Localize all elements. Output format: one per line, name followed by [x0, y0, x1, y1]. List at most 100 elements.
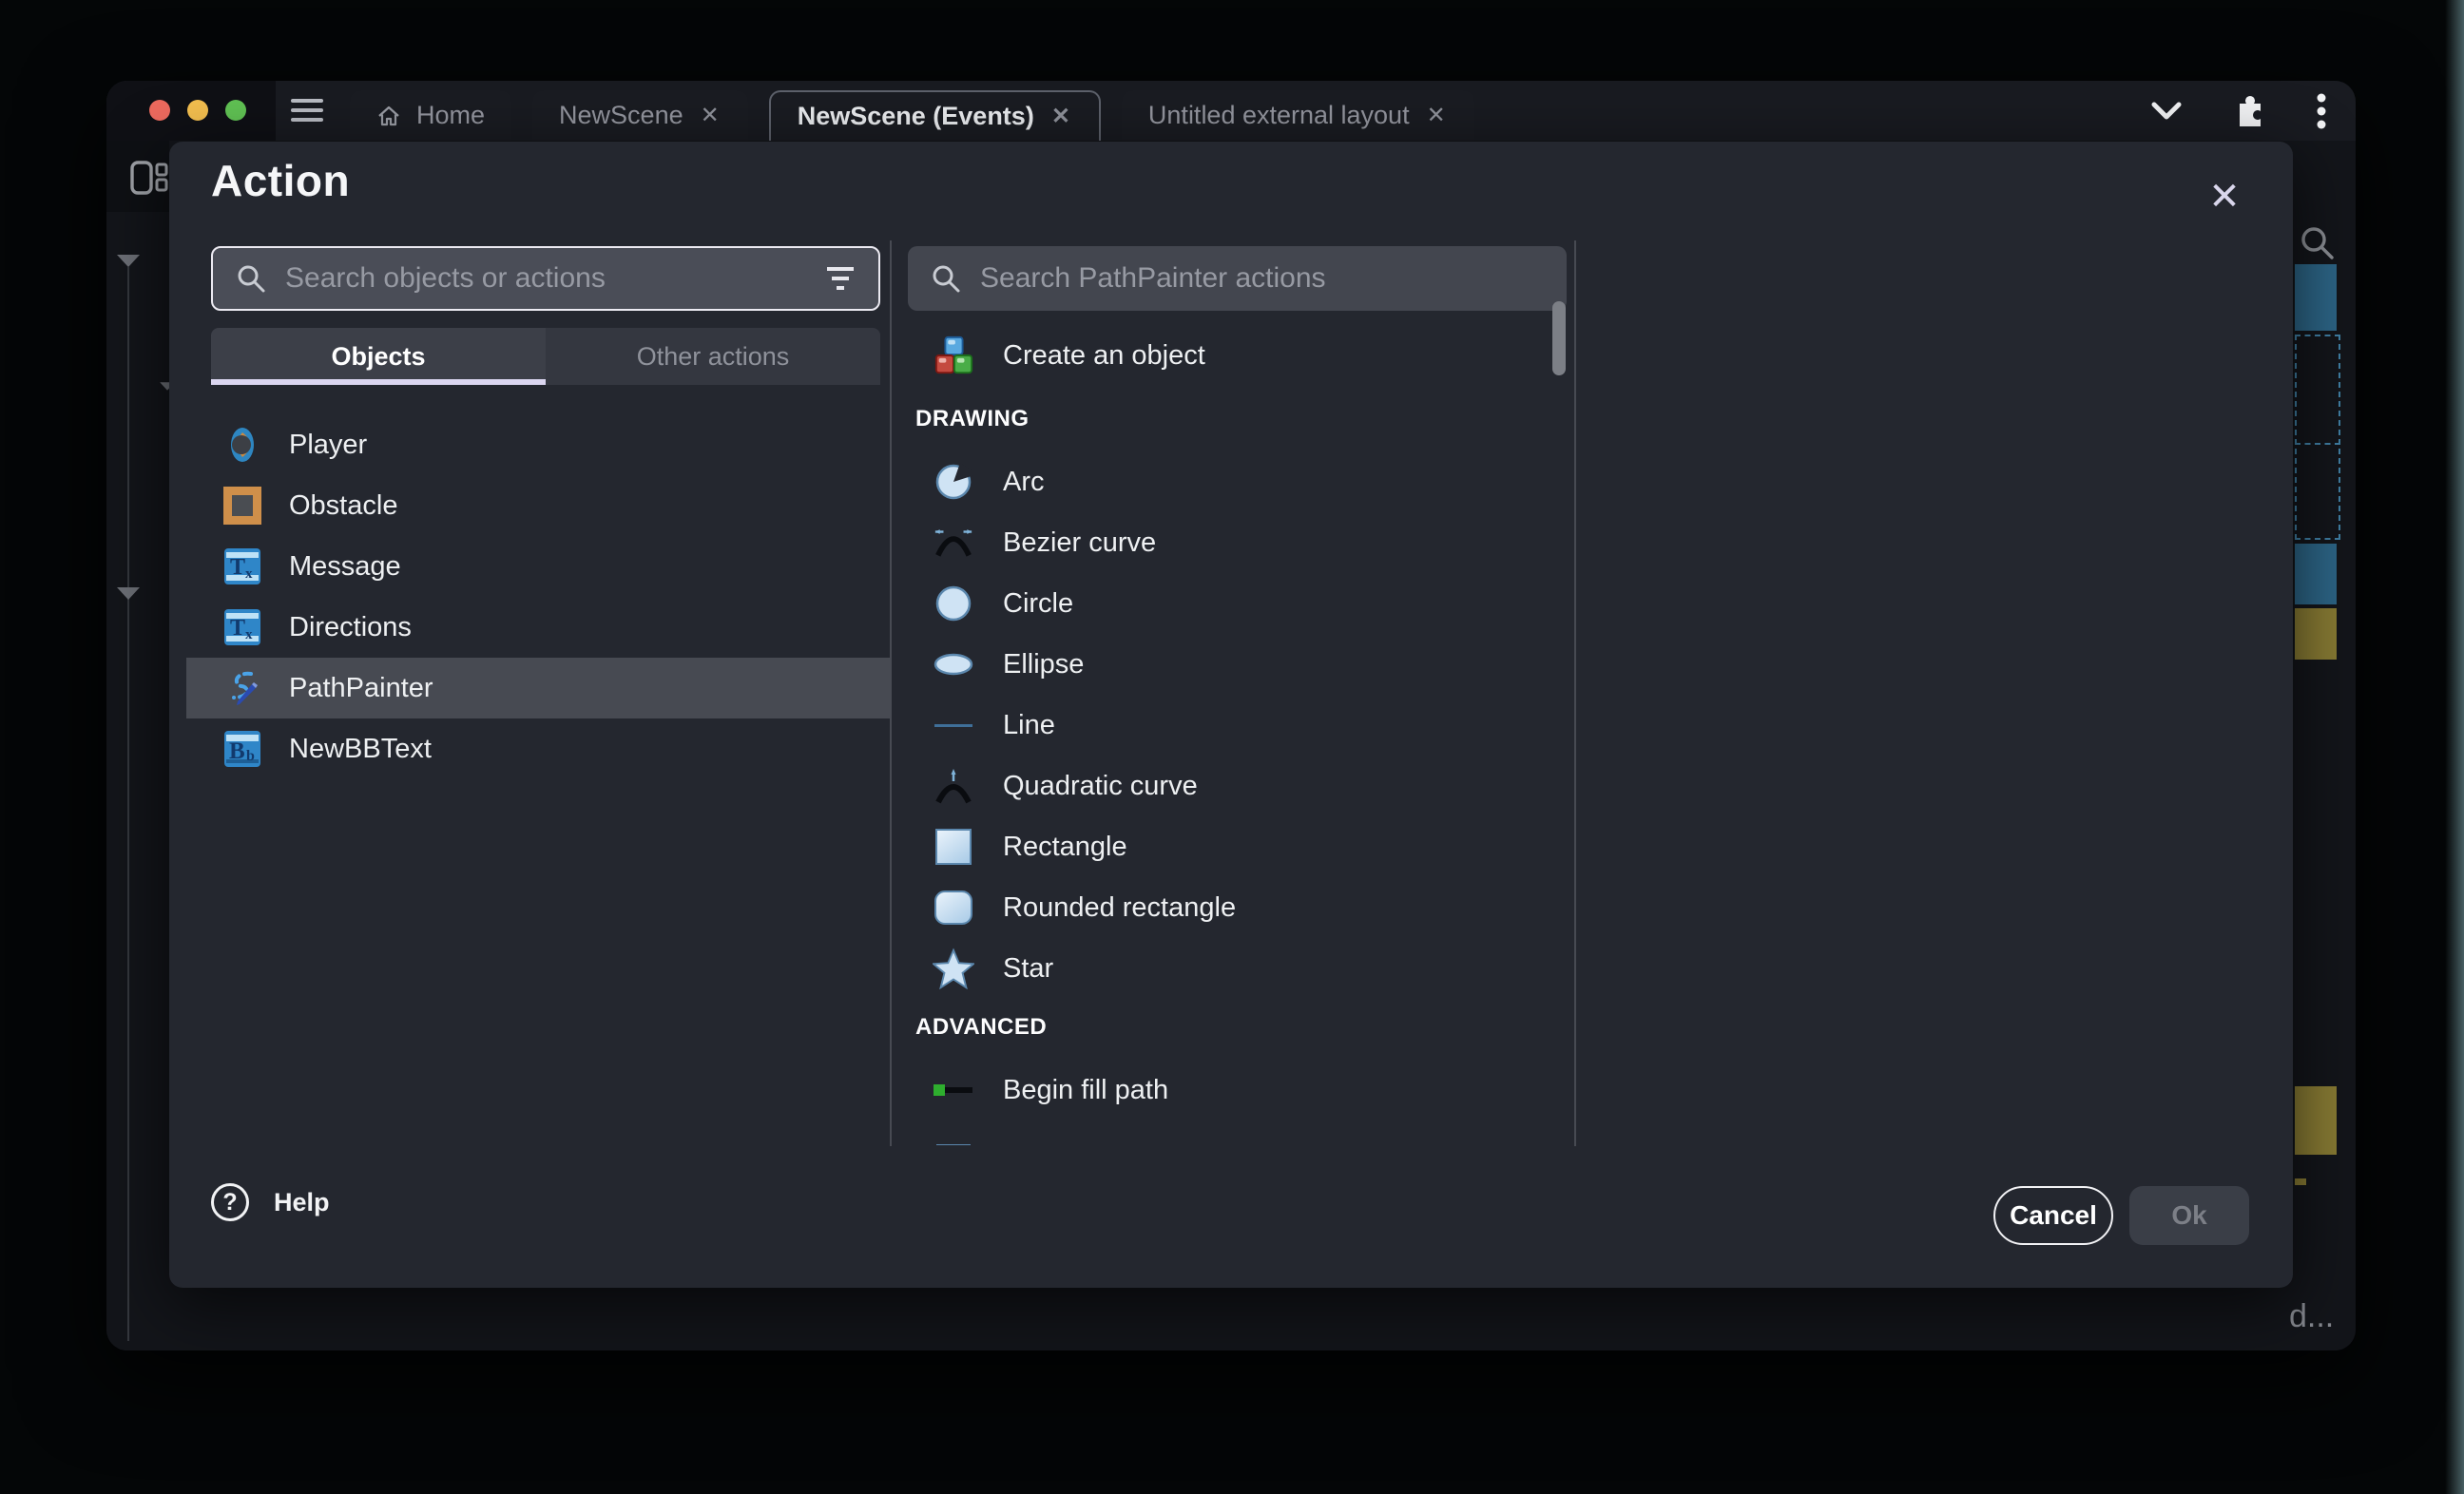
section-header-advanced: ADVANCED: [908, 1014, 1573, 1041]
action-item-quadratic-curve[interactable]: Quadratic curve: [908, 756, 1573, 816]
action-search-input[interactable]: [980, 262, 1544, 295]
object-label: Message: [289, 551, 401, 583]
action-item-clipped[interactable]: [908, 1120, 1573, 1145]
fold-triangle-icon[interactable]: [117, 587, 140, 600]
action-item-ellipse[interactable]: Ellipse: [908, 634, 1573, 695]
event-action-block[interactable]: [2295, 544, 2337, 604]
filter-icon[interactable]: [825, 266, 856, 291]
action-label: Circle: [1003, 588, 1073, 620]
add-event-partial-text[interactable]: d...: [2289, 1298, 2334, 1335]
help-button[interactable]: ? Help: [211, 1183, 330, 1221]
star-icon: [933, 948, 974, 989]
ellipse-icon: [933, 643, 974, 685]
tab-home[interactable]: Home: [350, 90, 511, 141]
text-object-icon: T x: [222, 546, 262, 586]
ok-button[interactable]: Ok: [2129, 1186, 2249, 1245]
close-window-button[interactable]: [149, 100, 170, 121]
event-comment-block[interactable]: [2295, 608, 2337, 660]
action-label: Begin fill path: [1003, 1075, 1168, 1106]
object-label: Obstacle: [289, 490, 397, 522]
event-block-fragment: [2295, 1178, 2306, 1185]
tab-other-actions[interactable]: Other actions: [546, 328, 880, 385]
list-item-message[interactable]: T x Message: [186, 536, 890, 597]
main-menu-icon[interactable]: [291, 97, 323, 124]
action-item-create-object[interactable]: Create an object: [908, 328, 1573, 383]
help-label: Help: [274, 1188, 330, 1217]
action-label: Rounded rectangle: [1003, 892, 1236, 924]
tab-newscene[interactable]: NewScene ✕: [532, 90, 748, 141]
svg-text:B: B: [229, 738, 245, 764]
panel-divider: [890, 240, 892, 1146]
action-list-scrollbar[interactable]: [1552, 301, 1566, 375]
section-header-drawing: DRAWING: [908, 406, 1573, 432]
begin-fill-path-icon: [933, 1069, 974, 1111]
app-window: Home NewScene ✕ NewScene (Events) ✕ Unti…: [106, 81, 2356, 1350]
search-icon: [931, 263, 961, 294]
list-item-player[interactable]: Player: [186, 414, 890, 475]
tab-newscene-events[interactable]: NewScene (Events) ✕: [769, 90, 1101, 141]
action-item-rectangle[interactable]: Rectangle: [908, 816, 1573, 877]
cancel-button[interactable]: Cancel: [1993, 1186, 2113, 1245]
svg-text:b: b: [246, 748, 255, 764]
list-item-newbbtext[interactable]: B b NewBBText: [186, 718, 890, 779]
close-tab-icon[interactable]: ✕: [1425, 102, 1448, 129]
object-search-input[interactable]: [285, 262, 806, 295]
object-label: PathPainter: [289, 673, 433, 704]
extensions-puzzle-icon[interactable]: [2232, 94, 2266, 128]
action-item-arc[interactable]: Arc: [908, 451, 1573, 512]
object-label: Player: [289, 430, 367, 461]
tab-untitled-external-layout[interactable]: Untitled external layout ✕: [1122, 90, 1474, 141]
bbtext-icon: B b: [222, 729, 262, 769]
event-comment-block[interactable]: [2295, 1086, 2337, 1155]
circle-icon: [933, 583, 974, 624]
event-drop-divider: [2295, 443, 2340, 445]
chevron-down-icon[interactable]: [2150, 101, 2183, 122]
event-drop-zone[interactable]: [2295, 335, 2340, 540]
home-icon: [376, 104, 401, 128]
close-tab-icon[interactable]: ✕: [699, 102, 722, 129]
action-list: Create an object DRAWING Arc: [908, 322, 1573, 1145]
player-icon: [222, 425, 262, 465]
tab-label: NewScene: [559, 101, 683, 130]
object-label: NewBBText: [289, 734, 432, 765]
action-item-begin-fill-path[interactable]: Begin fill path: [908, 1060, 1573, 1120]
clipped-action-icon: [933, 1130, 974, 1145]
svg-text:T: T: [230, 616, 245, 641]
zoom-window-button[interactable]: [225, 100, 246, 121]
list-item-pathpainter[interactable]: PathPainter: [186, 658, 890, 718]
tab-objects[interactable]: Objects: [211, 328, 546, 385]
action-label: Arc: [1003, 467, 1045, 498]
action-item-rounded-rectangle[interactable]: Rounded rectangle: [908, 877, 1573, 938]
close-tab-icon[interactable]: ✕: [1049, 103, 1072, 130]
action-item-circle[interactable]: Circle: [908, 573, 1573, 634]
quadratic-curve-icon: [933, 765, 974, 807]
action-label: Bezier curve: [1003, 527, 1156, 559]
action-item-star[interactable]: Star: [908, 938, 1573, 999]
toggle-panels-icon[interactable]: [129, 160, 169, 196]
bezier-curve-icon: [933, 522, 974, 564]
svg-text:x: x: [245, 627, 253, 642]
rectangle-icon: [933, 826, 974, 868]
fold-triangle-icon[interactable]: [117, 255, 140, 267]
dialog-title: Action: [211, 155, 350, 206]
active-tab-underline: [211, 379, 546, 385]
path-painter-icon: [222, 668, 262, 708]
line-icon: [933, 704, 974, 746]
action-item-bezier-curve[interactable]: Bezier curve: [908, 512, 1573, 573]
kebab-menu-icon[interactable]: [2316, 92, 2327, 130]
rounded-rectangle-icon: [933, 887, 974, 929]
svg-text:T: T: [230, 555, 245, 580]
action-dialog: Action ✕ Objects Other actions: [169, 142, 2293, 1288]
search-events-icon[interactable]: [2299, 224, 2337, 262]
list-item-directions[interactable]: T x Directions: [186, 597, 890, 658]
dialog-close-icon[interactable]: ✕: [2200, 172, 2249, 221]
minimize-window-button[interactable]: [187, 100, 208, 121]
tab-label: Untitled external layout: [1148, 101, 1410, 130]
desktop-background-edge: [2445, 0, 2464, 1494]
list-item-obstacle[interactable]: Obstacle: [186, 475, 890, 536]
event-action-block[interactable]: [2295, 264, 2337, 331]
action-item-line[interactable]: Line: [908, 695, 1573, 756]
text-object-icon: T x: [222, 607, 262, 647]
action-label: Line: [1003, 710, 1055, 741]
editor-tabs: Home NewScene ✕ NewScene (Events) ✕ Unti…: [350, 90, 1474, 141]
